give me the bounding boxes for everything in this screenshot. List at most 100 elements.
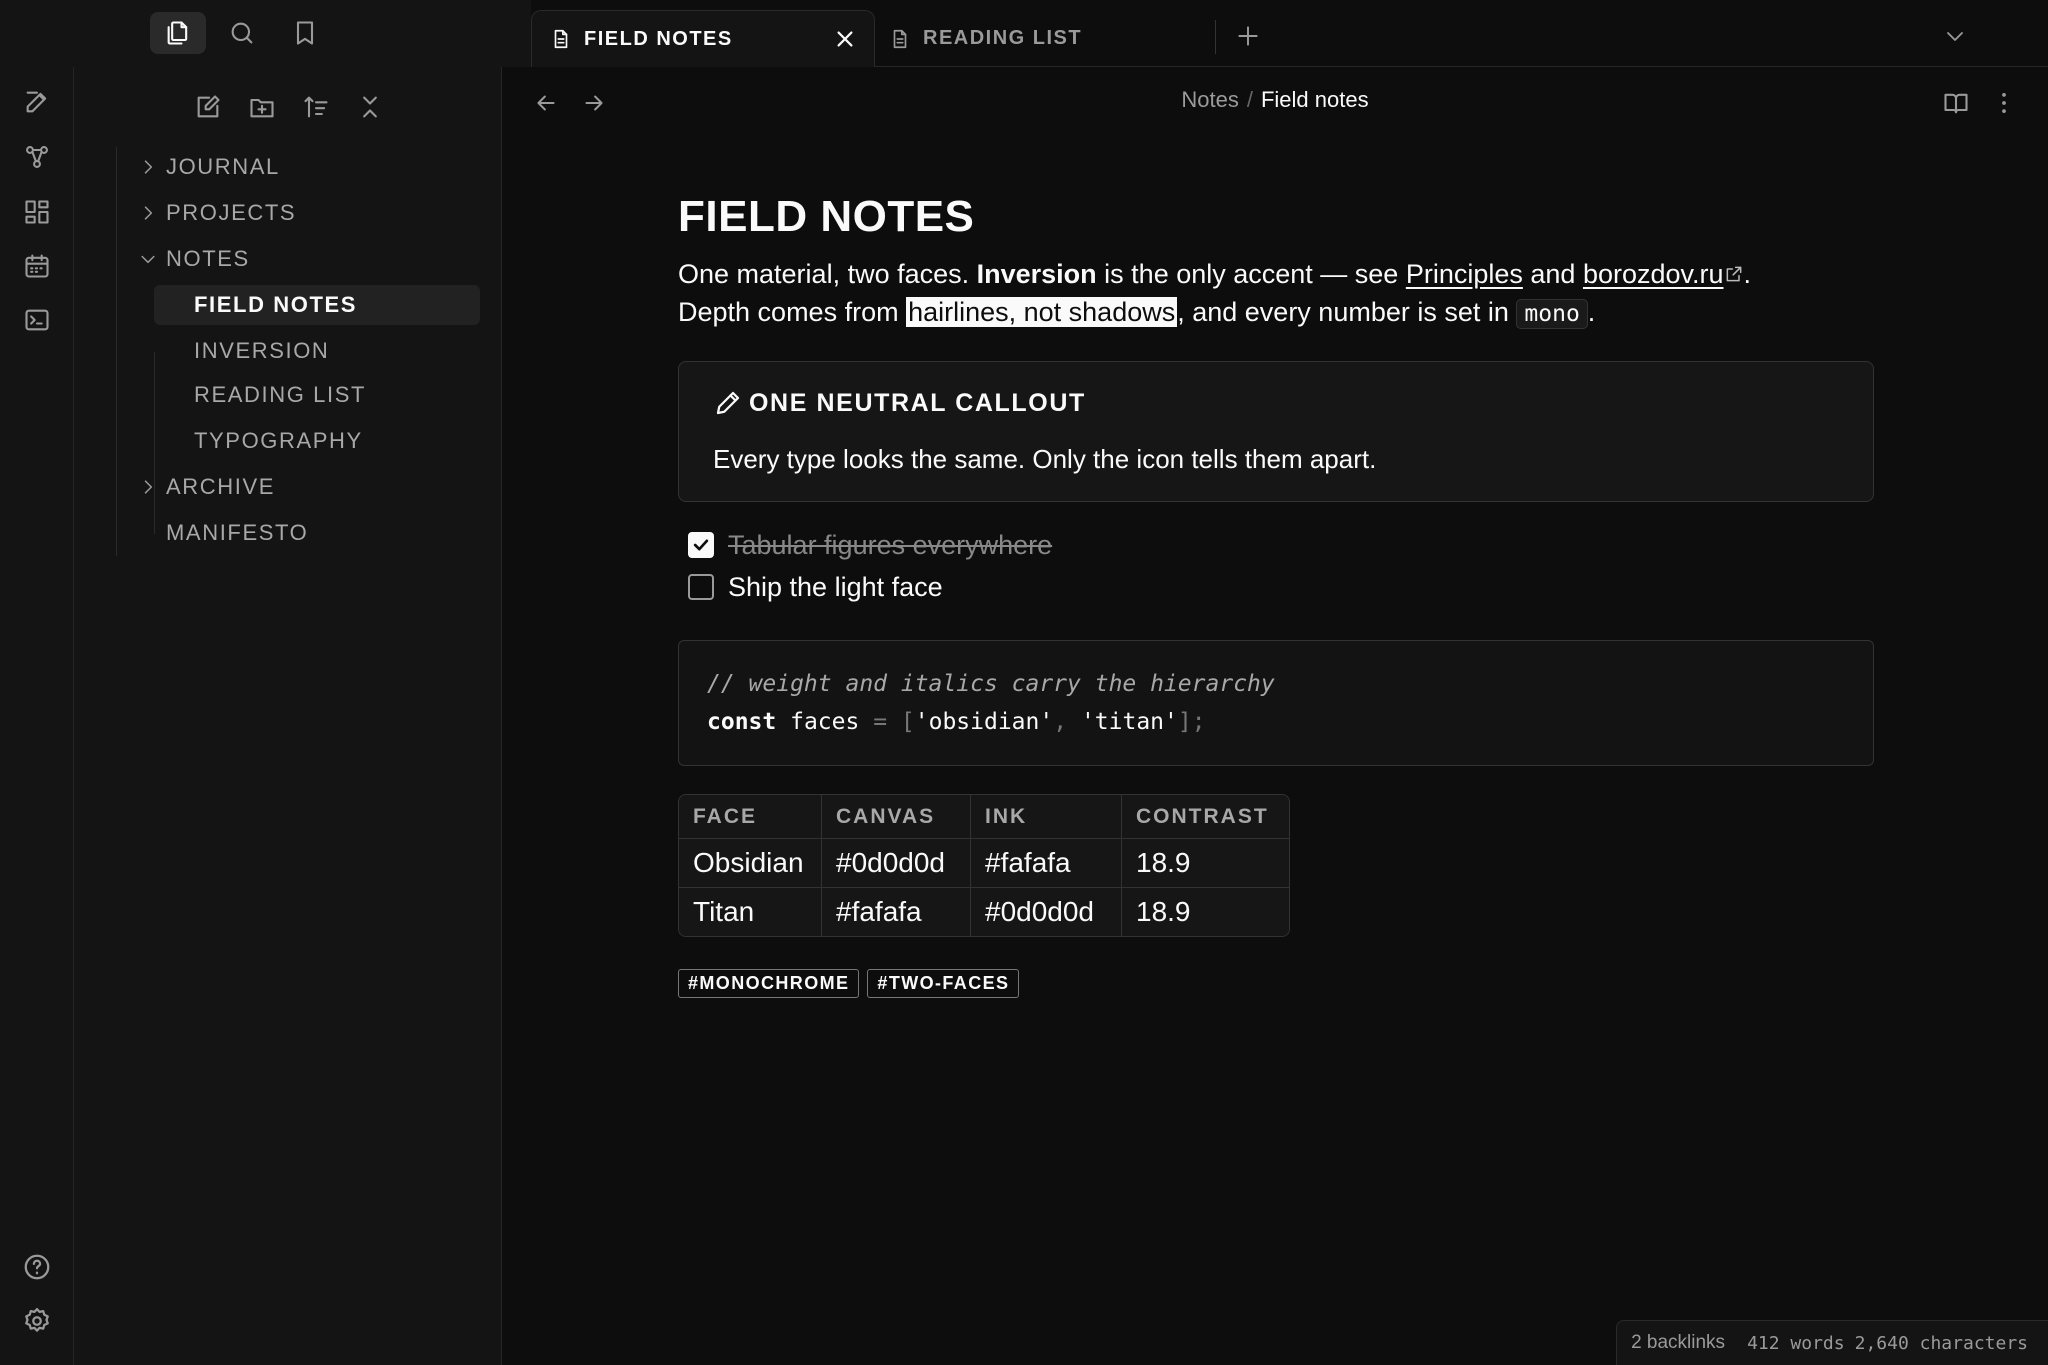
close-icon[interactable] xyxy=(834,28,856,50)
task-item: Ship the light face xyxy=(688,566,1874,608)
table-cell[interactable]: #fafafa xyxy=(822,888,971,936)
graph-view-button[interactable] xyxy=(22,142,52,172)
code-punctuation: ]; xyxy=(1177,709,1206,735)
table-header: FACE xyxy=(679,795,822,839)
text: . xyxy=(1587,297,1596,327)
graph-icon xyxy=(26,146,48,168)
settings-button[interactable] xyxy=(22,1306,52,1336)
task-checkbox[interactable] xyxy=(688,574,714,600)
tab-reading-list[interactable]: READING LIST xyxy=(875,10,1215,67)
status-bar: 2 backlinks 412 words 2,640 characters xyxy=(1616,1320,2048,1365)
ribbon xyxy=(0,67,74,1365)
table-header: CONTRAST xyxy=(1122,795,1289,839)
code-operator: = xyxy=(873,709,901,735)
table-cell[interactable]: #fafafa xyxy=(971,839,1122,888)
tree-file-field-notes[interactable]: FIELD NOTES xyxy=(154,285,480,325)
table-row: Obsidian #0d0d0d #fafafa 18.9 xyxy=(679,839,1289,888)
code-identifier: faces xyxy=(776,709,874,735)
breadcrumb: Notes / Field notes xyxy=(502,87,2048,113)
chevron-right-icon xyxy=(144,160,153,174)
bold-text: Inversion xyxy=(976,259,1097,289)
tree-item-label: TYPOGRAPHY xyxy=(194,428,363,453)
sort-button[interactable] xyxy=(298,89,334,125)
callout-title-text: ONE NEUTRAL CALLOUT xyxy=(749,388,1086,417)
code-line: const faces = ['obsidian', 'titan']; xyxy=(707,703,1845,741)
search-tab-button[interactable] xyxy=(214,12,270,54)
tree-file-reading-list[interactable]: READING LIST xyxy=(154,375,480,415)
code-punctuation: , xyxy=(1053,709,1081,735)
tree-item-label: FIELD NOTES xyxy=(194,292,358,317)
task-checkbox[interactable] xyxy=(688,532,714,558)
new-note-button[interactable] xyxy=(22,87,52,117)
tree-folder-journal[interactable]: JOURNAL xyxy=(138,147,478,187)
table-cell[interactable]: 18.9 xyxy=(1122,888,1289,936)
new-note-button[interactable] xyxy=(190,89,226,125)
tab-field-notes[interactable]: FIELD NOTES xyxy=(531,10,875,67)
breadcrumb-separator: / xyxy=(1246,87,1253,112)
tree-file-typography[interactable]: TYPOGRAPHY xyxy=(154,421,480,461)
canvas-icon xyxy=(25,200,49,224)
callout-body: Every type looks the same. Only the icon… xyxy=(713,444,1377,474)
editor-pane: Notes / Field notes FIELD NOTES One materi… xyxy=(502,67,2048,1365)
note-title[interactable]: FIELD NOTES xyxy=(678,187,1874,247)
status-word-count: 412 words xyxy=(1747,1332,1845,1354)
tab-bar: FIELD NOTES READING LIST xyxy=(0,0,2048,67)
intro-paragraph[interactable]: One material, two faces. Inversion is th… xyxy=(678,255,1874,333)
table-cell[interactable]: #0d0d0d xyxy=(971,888,1122,936)
tree-folder-archive[interactable]: ARCHIVE xyxy=(138,467,478,507)
breadcrumb-parent[interactable]: Notes xyxy=(1181,87,1238,112)
tree-folder-notes[interactable]: NOTES xyxy=(138,239,478,279)
new-tab-icon[interactable] xyxy=(1235,23,1261,49)
code-punctuation: [ xyxy=(900,709,915,735)
table-cell[interactable]: Obsidian xyxy=(679,839,822,888)
calendar-icon xyxy=(25,254,49,278)
help-icon xyxy=(24,1254,50,1280)
tag-two-faces[interactable]: #TWO-FACES xyxy=(867,969,1020,998)
canvas-button[interactable] xyxy=(22,197,52,227)
code-block[interactable]: // weight and italics carry the hierarch… xyxy=(678,640,1874,766)
tree-file-inversion[interactable]: INVERSION xyxy=(154,331,480,371)
new-note-icon xyxy=(197,95,220,118)
more-options-button[interactable] xyxy=(1986,85,2022,121)
tree-item-label: JOURNAL xyxy=(166,154,280,179)
task-text: Tabular figures everywhere xyxy=(728,529,1053,560)
tab-list-chevron-down-icon[interactable] xyxy=(1943,24,1967,48)
table-cell[interactable]: #0d0d0d xyxy=(822,839,971,888)
collapse-all-icon xyxy=(363,96,377,118)
book-open-icon xyxy=(1944,93,1968,114)
pencil-icon xyxy=(716,391,740,415)
tab-label: FIELD NOTES xyxy=(584,27,733,50)
chevron-right-icon xyxy=(144,480,153,494)
daily-note-button[interactable] xyxy=(22,251,52,281)
bookmarks-tab-button[interactable] xyxy=(277,12,333,54)
code-string: 'obsidian' xyxy=(914,709,1054,735)
tree-file-manifesto[interactable]: MANIFESTO xyxy=(138,513,478,553)
note-content: FIELD NOTES One material, two faces. Inv… xyxy=(678,187,1874,998)
files-tab-button[interactable] xyxy=(150,12,206,54)
table-header: CANVAS xyxy=(822,795,971,839)
status-backlinks[interactable]: 2 backlinks xyxy=(1631,1332,1725,1354)
help-button[interactable] xyxy=(22,1252,52,1282)
new-folder-button[interactable] xyxy=(244,89,280,125)
tag-monochrome[interactable]: #MONOCHROME xyxy=(678,969,860,998)
link-principles[interactable]: Principles xyxy=(1406,259,1523,289)
link-borozdov[interactable]: borozdov.ru xyxy=(1583,259,1724,289)
new-note-icon xyxy=(26,91,47,113)
tree-item-label: PROJECTS xyxy=(166,200,297,225)
breadcrumb-current[interactable]: Field notes xyxy=(1261,87,1369,112)
table-header: INK xyxy=(971,795,1122,839)
table-cell[interactable]: 18.9 xyxy=(1122,839,1289,888)
table-cell[interactable]: Titan xyxy=(679,888,822,936)
text: . xyxy=(1743,259,1752,289)
collapse-all-button[interactable] xyxy=(352,89,388,125)
task-item: Tabular figures everywhere xyxy=(688,524,1874,566)
tree-folder-projects[interactable]: PROJECTS xyxy=(138,193,478,233)
code-keyword: const xyxy=(707,709,777,735)
reading-view-button[interactable] xyxy=(1938,85,1974,121)
callout-title: ONE NEUTRAL CALLOUT xyxy=(713,388,1839,418)
text: and xyxy=(1522,259,1583,289)
chevron-down-icon xyxy=(141,255,155,264)
command-palette-button[interactable] xyxy=(22,305,52,335)
bookmark-icon xyxy=(296,21,314,45)
callout[interactable]: ONE NEUTRAL CALLOUT Every type looks the… xyxy=(678,361,1874,502)
